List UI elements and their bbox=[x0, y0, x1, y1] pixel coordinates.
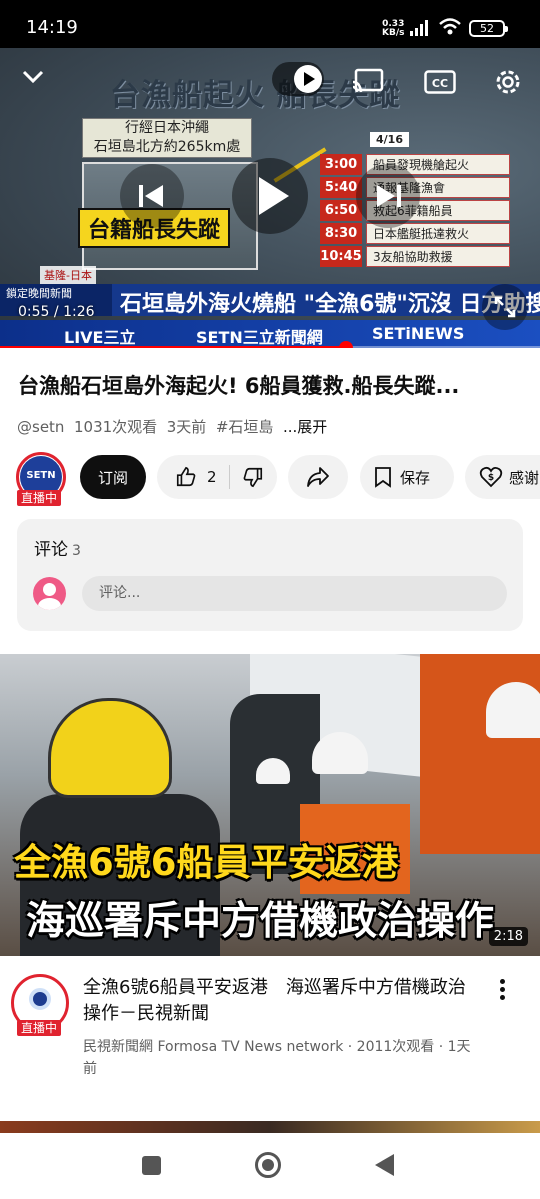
logo-setn: SETN三立新聞網 bbox=[196, 328, 323, 347]
expand-description[interactable]: ...展开 bbox=[283, 418, 327, 436]
following-video-thumbnail[interactable] bbox=[0, 1121, 540, 1133]
thanks-label: 感谢 bbox=[509, 468, 540, 487]
channel-handle[interactable]: @setn bbox=[17, 418, 64, 436]
next-video-meta: 民視新聞網 Formosa TV News network · 2011次观看 … bbox=[83, 1039, 471, 1077]
comments-label: 评论 bbox=[34, 540, 68, 560]
timeline-time: 10:45 bbox=[320, 246, 362, 267]
skip-next-icon bbox=[377, 185, 401, 207]
date-tag: 4/16 bbox=[370, 132, 409, 147]
progress-bar[interactable] bbox=[0, 341, 540, 348]
channel-logo-band: LIVE三立 SETN三立新聞網 SETiNEWS bbox=[0, 320, 540, 348]
net-speed-unit: KB/s bbox=[382, 28, 405, 38]
save-button[interactable]: 保存 bbox=[360, 455, 454, 499]
current-time: 0:55 bbox=[18, 304, 50, 320]
yellow-helmet bbox=[48, 698, 172, 798]
band-headline: 石垣島外海火燒船 "全漁6號"沉沒 日方助搜救 bbox=[120, 292, 540, 317]
progress-scrubber[interactable] bbox=[338, 341, 353, 348]
battery-icon: 52 bbox=[469, 20, 508, 37]
video-meta[interactable]: @setn 1031次观看 3天前 #石垣島 ...展开 bbox=[17, 416, 327, 437]
heart-dollar-icon: $ bbox=[479, 466, 503, 488]
timeline-time: 3:00 bbox=[320, 154, 362, 175]
live-badge: 直播中 bbox=[17, 1020, 62, 1036]
minimize-chevron-icon[interactable] bbox=[22, 70, 44, 84]
thumbs-down-icon[interactable] bbox=[242, 466, 264, 488]
timeline-time: 6:50 bbox=[320, 200, 362, 221]
timeline-row: 3:00 船員發現機艙起火 bbox=[320, 154, 510, 175]
video-player[interactable]: 台漁船起火 船長失蹤 行經日本沖繩 石垣島北方約265km處 台籍船長失蹤 基隆… bbox=[0, 48, 540, 348]
logo-inews: SETiNEWS bbox=[372, 324, 465, 343]
timeline-row: 8:30 日本艦艇抵達救火 bbox=[320, 223, 510, 244]
next-video-channel-avatar[interactable]: 直播中 bbox=[11, 974, 71, 1036]
route-note: 行經日本沖繩 石垣島北方約265km處 bbox=[82, 118, 252, 158]
video-duration-badge: 2:18 bbox=[488, 927, 528, 946]
thanks-button[interactable]: $ 感谢 bbox=[465, 455, 540, 499]
status-bar: 14:19 0.33 KB/s 52 bbox=[0, 0, 540, 48]
view-count: 1031次观看 bbox=[73, 418, 158, 436]
back-triangle-icon[interactable] bbox=[375, 1154, 394, 1176]
location-label: 基隆-日本 bbox=[40, 266, 96, 284]
channel-avatar[interactable]: SETN 直播中 bbox=[14, 452, 68, 506]
network-speed: 0.33 KB/s bbox=[382, 20, 404, 38]
next-button[interactable] bbox=[356, 164, 420, 228]
save-label: 保存 bbox=[400, 468, 431, 487]
share-arrow-icon bbox=[307, 467, 329, 487]
fullscreen-icon bbox=[494, 296, 516, 318]
autoplay-toggle[interactable] bbox=[272, 62, 324, 96]
thumb-caption-line2: 海巡署斥中方借機政治操作 bbox=[26, 899, 495, 944]
cast-icon[interactable] bbox=[352, 68, 384, 94]
ftv-logo-icon bbox=[29, 988, 51, 1010]
clock: 14:19 bbox=[26, 17, 78, 38]
comments-count: 3 bbox=[72, 543, 81, 559]
subscribe-button[interactable]: 订阅 bbox=[80, 455, 146, 499]
playback-time: 0:55 / 1:26 bbox=[18, 304, 95, 320]
progress-fill bbox=[0, 346, 346, 348]
like-count[interactable]: 2 bbox=[207, 468, 217, 486]
previous-button[interactable] bbox=[120, 164, 184, 228]
signal-icon bbox=[410, 20, 428, 36]
thumbs-up-icon[interactable] bbox=[175, 466, 197, 488]
fullscreen-button[interactable] bbox=[482, 284, 528, 330]
like-divider bbox=[228, 465, 230, 489]
play-pause-button[interactable] bbox=[232, 158, 308, 234]
skip-previous-icon bbox=[139, 185, 163, 207]
upload-age: 3天前 bbox=[166, 418, 207, 436]
next-video-title[interactable]: 全漁6號6船員平安返港 海巡署斥中方借機政治操作－民視新聞 bbox=[83, 975, 483, 1027]
next-video-thumbnail[interactable]: 全漁6號6船員平安返港 海巡署斥中方借機政治操作 2:18 bbox=[0, 654, 540, 956]
comments-header: 评论 3 bbox=[34, 535, 81, 560]
autoplay-play-icon bbox=[294, 65, 322, 93]
timeline-time: 8:30 bbox=[320, 223, 362, 244]
bookmark-icon bbox=[375, 467, 391, 488]
route-note-line1: 行經日本沖繩 bbox=[125, 120, 209, 136]
total-duration: 1:26 bbox=[63, 304, 95, 320]
route-note-line2: 石垣島北方約265km處 bbox=[93, 139, 241, 155]
captions-label: CC bbox=[432, 77, 448, 90]
video-title[interactable]: 台漁船石垣島外海起火! 6船員獲救.船長失蹤... bbox=[18, 370, 528, 400]
settings-gear-icon[interactable] bbox=[492, 66, 524, 98]
share-button[interactable] bbox=[288, 455, 348, 499]
home-circle-icon[interactable] bbox=[255, 1152, 281, 1178]
logo-live: LIVE三立 bbox=[64, 328, 136, 347]
hashtag[interactable]: #石垣島 bbox=[216, 418, 274, 436]
live-badge: 直播中 bbox=[17, 490, 62, 506]
wifi-icon bbox=[439, 18, 461, 35]
user-avatar-icon bbox=[33, 577, 66, 610]
recents-square-icon[interactable] bbox=[142, 1156, 161, 1175]
timeline-row: 10:45 3友船協助救援 bbox=[320, 246, 510, 267]
captions-icon[interactable]: CC bbox=[424, 70, 456, 94]
thumb-caption-line1: 全漁6號6船員平安返港 bbox=[14, 841, 399, 884]
like-dislike-group: 2 bbox=[157, 455, 277, 499]
white-helmet bbox=[256, 758, 290, 784]
comment-input[interactable]: 评论... bbox=[82, 576, 507, 611]
timeline-event: 3友船協助救援 bbox=[366, 246, 510, 267]
more-options-icon[interactable] bbox=[492, 976, 512, 1006]
comments-panel[interactable]: 评论 3 评论... bbox=[17, 519, 523, 631]
system-nav-bar bbox=[0, 1133, 540, 1199]
white-helmet bbox=[486, 682, 540, 738]
svg-text:$: $ bbox=[488, 473, 494, 483]
